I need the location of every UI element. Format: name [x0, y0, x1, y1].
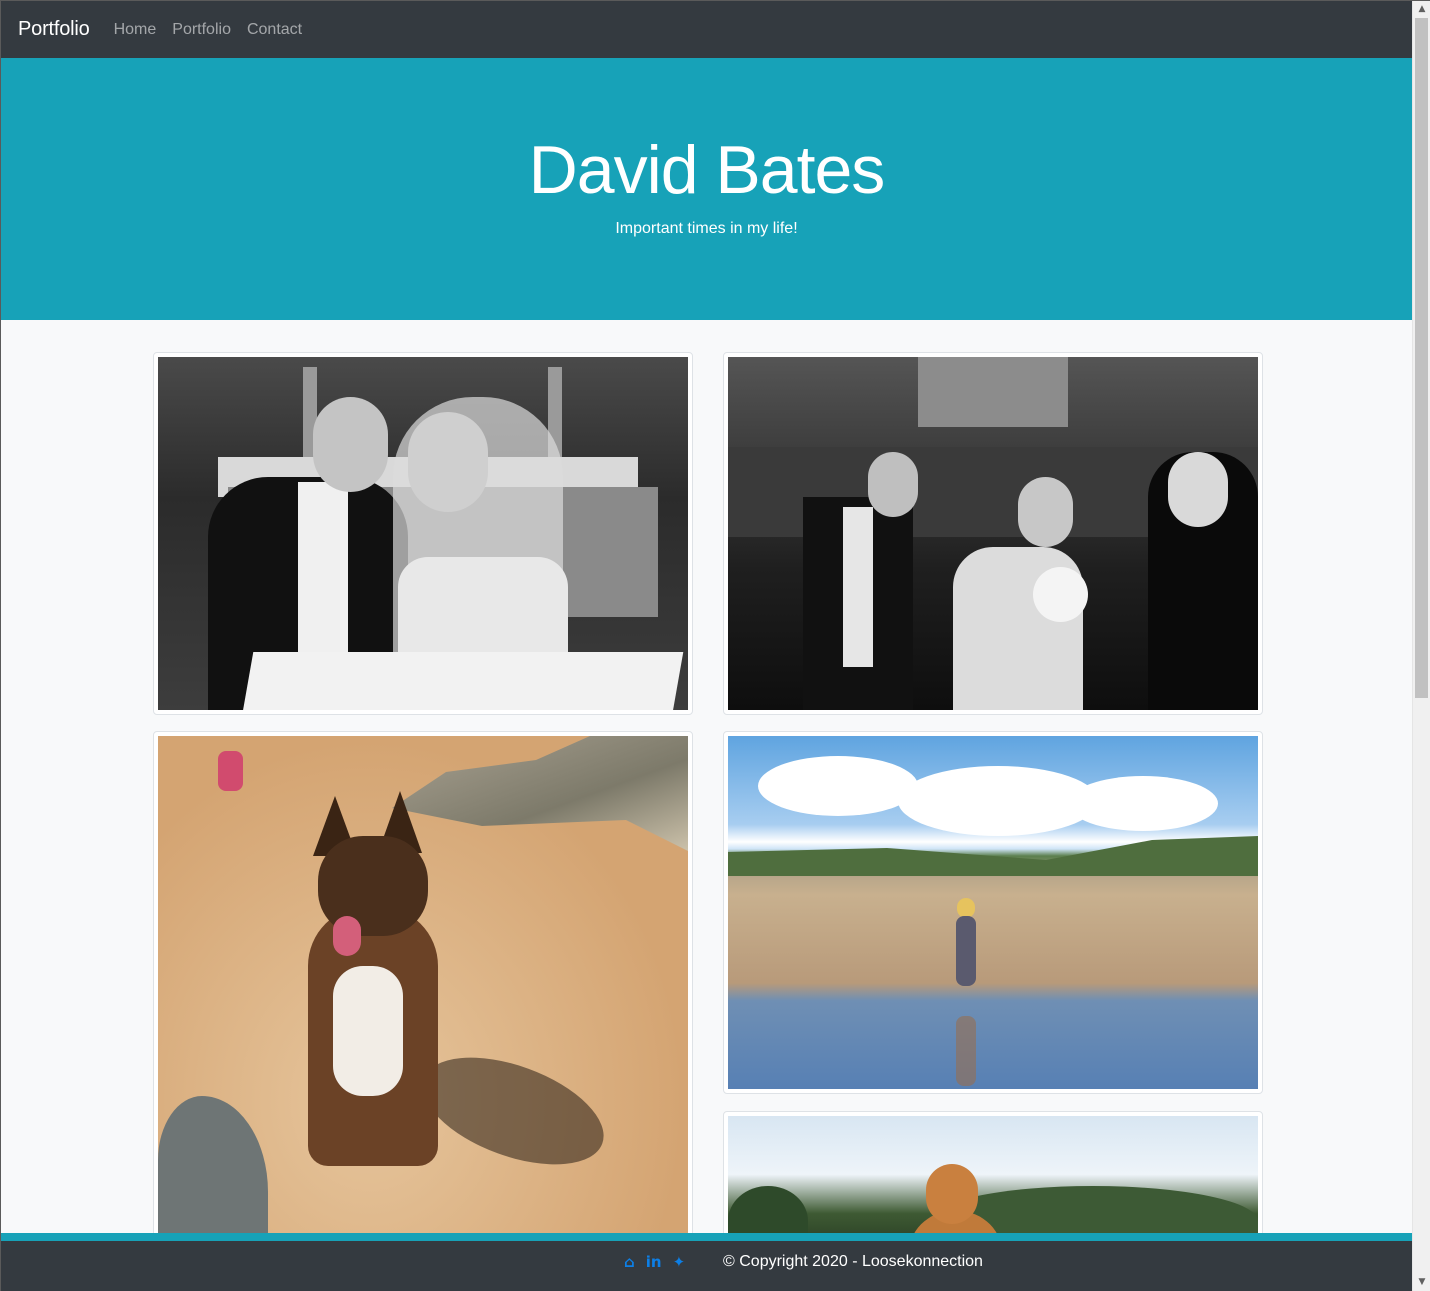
nav-link-home[interactable]: Home: [114, 21, 157, 39]
scroll-down-arrow-icon[interactable]: ▼: [1413, 1274, 1430, 1291]
page-footer: ⌂ in ✦ © Copyright 2020 - Loosekonnectio…: [1, 1233, 1412, 1291]
gallery-card-wedding-aisle[interactable]: [723, 352, 1263, 715]
hero-title: David Bates: [528, 132, 886, 208]
dog-beach-photo[interactable]: [158, 736, 688, 1246]
social-links: ⌂ in ✦: [624, 1253, 685, 1271]
gallery-card-wedding-signing[interactable]: [153, 352, 693, 715]
gallery-card-buddha[interactable]: [723, 1111, 1263, 1251]
scrollbar-thumb[interactable]: [1415, 18, 1428, 698]
gallery-card-dog-beach[interactable]: [153, 731, 693, 1251]
top-navbar: Portfolio Home Portfolio Contact: [1, 1, 1412, 58]
wedding-aisle-photo[interactable]: [728, 357, 1258, 710]
wedding-signing-photo[interactable]: [158, 357, 688, 710]
linkedin-icon[interactable]: in: [646, 1253, 662, 1271]
twitter-icon[interactable]: ✦: [673, 1253, 686, 1271]
copyright-text: © Copyright 2020 - Loosekonnection: [723, 1253, 983, 1270]
buddha-photo[interactable]: [728, 1116, 1258, 1246]
vertical-scrollbar[interactable]: ▲ ▼: [1412, 1, 1430, 1291]
child-beach-photo[interactable]: [728, 736, 1258, 1089]
gallery-card-child-beach[interactable]: [723, 731, 1263, 1094]
github-icon[interactable]: ⌂: [624, 1253, 635, 1271]
hero-banner: David Bates Important times in my life!: [1, 58, 1412, 320]
scroll-up-arrow-icon[interactable]: ▲: [1413, 1, 1430, 18]
nav-link-contact[interactable]: Contact: [247, 21, 302, 39]
hero-subtitle: Important times in my life!: [615, 220, 798, 237]
nav-link-portfolio[interactable]: Portfolio: [172, 21, 231, 39]
navbar-brand[interactable]: Portfolio: [18, 18, 90, 41]
